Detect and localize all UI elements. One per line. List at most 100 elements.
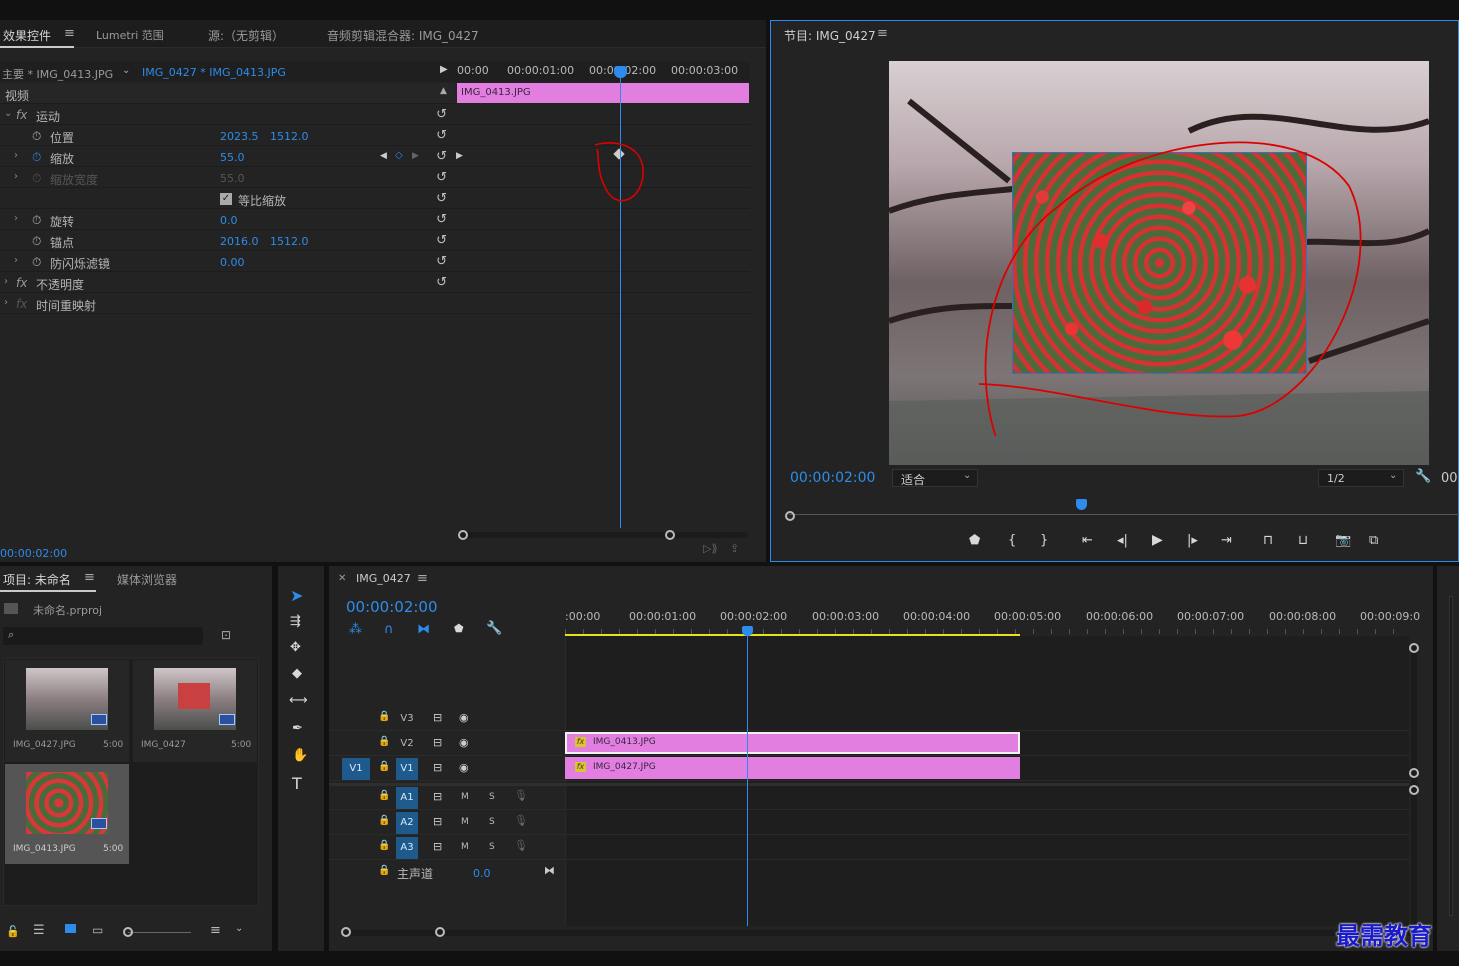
zoom-slider[interactable]: [128, 932, 191, 933]
quality-dropdown[interactable]: 1/2 ⌄: [1318, 469, 1404, 487]
master-volume-value[interactable]: 0.0: [473, 867, 491, 880]
motion-row[interactable]: ⌄ fx 运动 ↺: [0, 104, 455, 125]
add-keyframe-icon[interactable]: ◇: [395, 150, 403, 161]
lock-icon[interactable]: 🔒: [378, 865, 390, 876]
sequence-clip-label[interactable]: IMG_0427 * IMG_0413.JPG: [142, 66, 286, 79]
slip-tool-icon[interactable]: ⟷: [289, 693, 308, 708]
program-playhead[interactable]: [1076, 499, 1087, 510]
ec-clip-bar[interactable]: IMG_0413.JPG: [457, 83, 749, 103]
chevron-down-icon[interactable]: ⌄: [122, 65, 130, 76]
reset-icon[interactable]: ↺: [436, 191, 447, 206]
toggle-sync-icon[interactable]: ⊟: [433, 790, 442, 803]
program-timecode[interactable]: 00:00:02:00: [790, 470, 875, 486]
fit-dropdown[interactable]: 适合 ⌄: [892, 469, 978, 487]
panel-menu-icon[interactable]: ≡: [877, 26, 888, 41]
chevron-right-icon[interactable]: ›: [14, 213, 18, 224]
chevron-right-icon[interactable]: ›: [4, 276, 8, 287]
wrench-icon[interactable]: 🔧: [1415, 469, 1431, 484]
chevron-right-icon[interactable]: ›: [14, 255, 18, 266]
timeline-clip-v2[interactable]: fx IMG_0413.JPG: [565, 732, 1020, 754]
anchor-x-value[interactable]: 2016.0: [220, 235, 259, 248]
project-item[interactable]: IMG_0427.JPG 5:00: [5, 660, 129, 762]
type-tool-icon[interactable]: T: [292, 774, 302, 793]
play-icon[interactable]: ▶: [1152, 532, 1163, 548]
flicker-row[interactable]: › ⏱ 防闪烁滤镜 0.00 ↺: [0, 251, 455, 272]
position-row[interactable]: ⏱ 位置 2023.5 1512.0 ↺: [0, 125, 455, 146]
timeline-playhead[interactable]: [747, 632, 748, 926]
stopwatch-icon[interactable]: ⏱: [32, 213, 41, 228]
lock-icon[interactable]: 🔒: [378, 840, 390, 851]
snap-icon[interactable]: ∩: [384, 622, 394, 637]
project-item-selected[interactable]: IMG_0413.JPG 5:00: [5, 764, 129, 864]
collapse-up-icon[interactable]: ▲: [440, 86, 447, 96]
razor-tool-icon[interactable]: ◆: [292, 666, 302, 681]
panel-menu-icon[interactable]: ≡: [84, 570, 95, 585]
scale-value[interactable]: 55.0: [220, 151, 245, 164]
next-keyframe-icon[interactable]: ▶: [412, 151, 419, 161]
wrench-icon[interactable]: 🔧: [486, 621, 502, 636]
source-patch-v1[interactable]: V1: [342, 758, 370, 780]
sort-icon[interactable]: ≡: [210, 923, 221, 938]
lock-icon[interactable]: 🔒: [378, 711, 390, 722]
stopwatch-icon[interactable]: ⏱: [32, 255, 41, 270]
solo-button[interactable]: S: [489, 817, 495, 827]
ec-playhead-head[interactable]: [614, 66, 627, 78]
reset-icon[interactable]: ↺: [436, 212, 447, 227]
tab-lumetri[interactable]: Lumetri 范围: [96, 27, 164, 43]
scroll-handle[interactable]: [1409, 643, 1419, 653]
sequence-tab[interactable]: IMG_0427: [356, 572, 411, 585]
compare-view-icon[interactable]: ⧉: [1369, 533, 1378, 548]
microphone-icon[interactable]: 🎙: [514, 839, 528, 852]
project-item[interactable]: IMG_0427 5:00: [133, 660, 257, 762]
icon-view-icon[interactable]: [65, 924, 76, 933]
play-audio-icon[interactable]: ▷⟫: [703, 542, 718, 555]
scale-row[interactable]: › ⏱ 缩放 55.0 ◀ ◇ ▶ ↺: [0, 146, 455, 167]
position-y-value[interactable]: 1512.0: [270, 130, 309, 143]
panel-menu-icon[interactable]: ≡: [64, 26, 75, 41]
toggle-sync-icon[interactable]: ⊟: [433, 761, 442, 774]
add-marker-icon[interactable]: ⬟: [969, 533, 980, 548]
project-search-input[interactable]: ⌕: [3, 627, 203, 645]
lift-icon[interactable]: ⊓: [1263, 533, 1273, 548]
ripple-edit-tool-icon[interactable]: ✥: [290, 640, 301, 655]
track-a2[interactable]: 🔒 A2 ⊟ M S 🎙: [329, 811, 1409, 835]
ec-ruler[interactable]: 00:00 00:00:01:00 00:00:02:00 00:00:03:0…: [455, 62, 750, 82]
solo-button[interactable]: S: [489, 842, 495, 852]
scroll-handle[interactable]: [1409, 768, 1419, 778]
panel-menu-icon[interactable]: ≡: [417, 571, 428, 586]
ec-scrollbar[interactable]: [458, 532, 748, 538]
go-to-edit-icon[interactable]: ⧓: [544, 864, 555, 877]
mute-button[interactable]: M: [461, 792, 469, 802]
reset-icon[interactable]: ↺: [436, 275, 447, 290]
scroll-handle-left[interactable]: [341, 927, 351, 937]
export-frame-icon[interactable]: 📷: [1335, 533, 1351, 548]
chevron-right-icon[interactable]: ›: [14, 150, 18, 161]
scroll-handle-left[interactable]: [785, 511, 795, 521]
lock-icon[interactable]: 🔒: [378, 815, 390, 826]
track-a3[interactable]: 🔒 A3 ⊟ M S 🎙: [329, 836, 1409, 860]
hand-tool-icon[interactable]: ✋: [292, 748, 308, 763]
go-to-in-icon[interactable]: ⇤: [1082, 533, 1093, 548]
nest-icon[interactable]: ⁂: [349, 622, 362, 637]
timeline-clip-v1[interactable]: fx IMG_0427.JPG: [565, 757, 1020, 779]
scroll-handle-right[interactable]: [665, 530, 675, 540]
fx-icon[interactable]: fx: [16, 276, 27, 290]
scroll-handle-right[interactable]: [435, 927, 445, 937]
toggle-sync-icon[interactable]: ⊟: [433, 711, 442, 724]
microphone-icon[interactable]: 🎙: [514, 789, 528, 802]
toggle-sync-icon[interactable]: ⊟: [433, 840, 442, 853]
tab-source[interactable]: 源:（无剪辑）: [208, 27, 284, 44]
track-target-v2[interactable]: V2: [396, 733, 418, 755]
track-target-v3[interactable]: V3: [396, 708, 418, 730]
new-bin-icon[interactable]: ⊡: [221, 628, 231, 642]
tab-audio-clip-mixer[interactable]: 音频剪辑混合器: IMG_0427: [327, 27, 479, 44]
mute-button[interactable]: M: [461, 842, 469, 852]
timeline-timecode[interactable]: 00:00:02:00: [346, 598, 438, 616]
stopwatch-icon[interactable]: ⏱: [32, 234, 41, 249]
reset-icon[interactable]: ↺: [436, 254, 447, 269]
program-video-frame[interactable]: [889, 61, 1429, 465]
track-select-tool-icon[interactable]: ⇶: [290, 614, 301, 629]
track-target-a1[interactable]: A1: [396, 787, 418, 809]
stopwatch-active-icon[interactable]: ⏱: [32, 150, 41, 165]
lock-icon[interactable]: 🔒: [378, 790, 390, 801]
